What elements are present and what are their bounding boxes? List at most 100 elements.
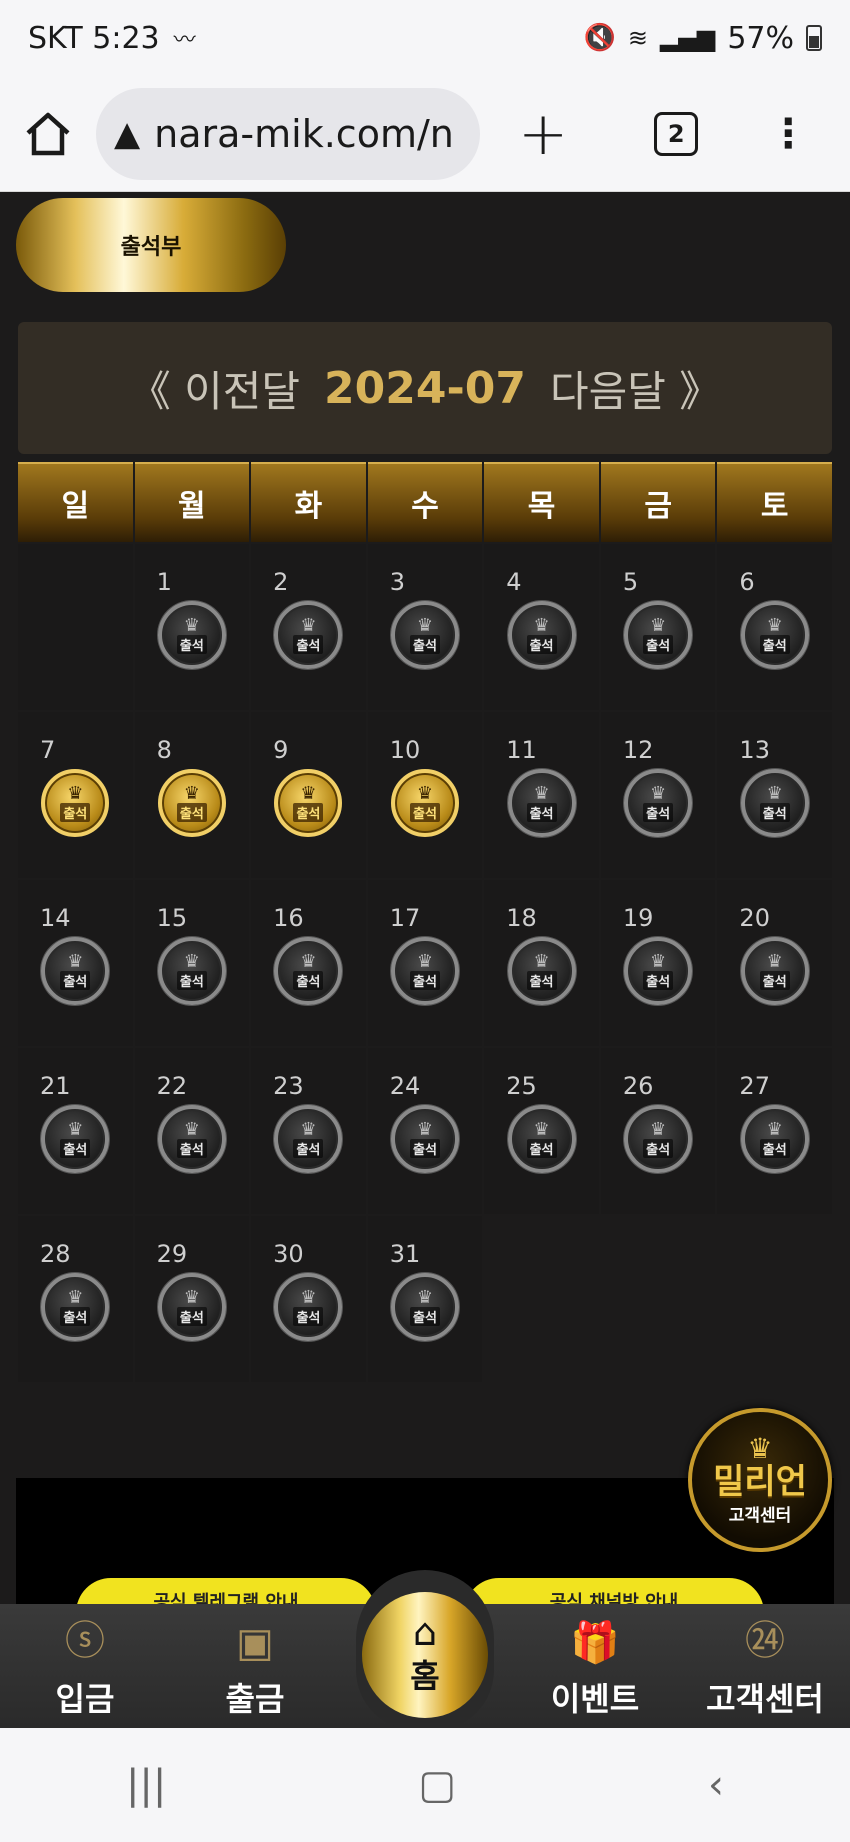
stamp-label: 출석	[526, 970, 557, 990]
stamp-label: 출석	[293, 634, 324, 654]
calendar-day-cell[interactable]: 27 ♛ 출석	[717, 1048, 832, 1214]
attendance-stamp-unchecked: ♛ 출석	[274, 601, 343, 669]
calendar-day-cell[interactable]: 22 ♛ 출석	[134, 1048, 250, 1214]
calendar-day-cell[interactable]: 1 ♛ 출석	[134, 544, 250, 710]
calendar-day-cell[interactable]: 13 ♛ 출석	[717, 712, 832, 878]
attendance-stamp-unchecked: ♛ 출석	[274, 937, 343, 1005]
calendar-day-cell[interactable]: 29 ♛ 출석	[134, 1216, 250, 1382]
crown-icon: ♛	[766, 614, 783, 636]
stamp-label: 출석	[176, 634, 207, 654]
day-number: 18	[506, 904, 537, 932]
calendar-day-cell[interactable]: 3 ♛ 출석	[367, 544, 483, 710]
crown-icon: ♛	[67, 1118, 84, 1140]
calendar-day-cell[interactable]: 17 ♛ 출석	[367, 880, 483, 1046]
day-number: 13	[739, 736, 770, 764]
day-number: 17	[389, 904, 421, 932]
recent-apps-button[interactable]: |||	[126, 1762, 166, 1808]
day-number: 30	[273, 1240, 304, 1268]
stamp-label: 출석	[643, 1138, 674, 1158]
badge-subtitle: 고객센터	[728, 1505, 792, 1526]
calendar-day-cell[interactable]: 4 ♛ 출석	[484, 544, 599, 710]
attendance-tab[interactable]: 출석부	[16, 198, 286, 292]
attendance-stamp-unchecked: ♛ 출석	[507, 937, 576, 1005]
attendance-stamp-unchecked: ♛ 출석	[507, 601, 576, 669]
calendar-day-cell[interactable]: 14 ♛ 출석	[18, 880, 133, 1046]
month-navigation: 《 이전달 2024-07 다음달 》	[18, 322, 832, 454]
day-number: 5	[622, 568, 639, 596]
day-number: 7	[40, 736, 56, 764]
calendar-day-cell[interactable]: 2 ♛ 출석	[251, 544, 366, 710]
crown-icon: ♛	[416, 614, 434, 636]
browser-menu-button[interactable]: ⋮	[768, 111, 808, 157]
nav-deposit[interactable]: ⓢ 입금	[0, 1604, 170, 1728]
channel-notice-button[interactable]: 공식 채널방 안내	[464, 1578, 764, 1606]
calendar-day-cell[interactable]: 21 ♛ 출석	[18, 1048, 133, 1214]
stamp-label: 출석	[176, 970, 207, 990]
attendance-stamp-unchecked: ♛ 출석	[624, 601, 693, 669]
next-month-button[interactable]: 다음달 》	[550, 358, 721, 419]
stamp-label: 출석	[526, 1138, 557, 1158]
calendar-empty-cell	[18, 544, 133, 710]
tab-switcher-button[interactable]: 2	[654, 111, 699, 156]
nav-event[interactable]: 🎁 이벤트	[510, 1604, 680, 1728]
calendar-day-cell[interactable]: 9 ♛ 출석	[251, 712, 366, 878]
calendar-day-cell[interactable]: 30 ♛ 출석	[251, 1216, 366, 1382]
calendar-day-cell[interactable]: 12 ♛ 출석	[600, 712, 716, 878]
back-button[interactable]: ‹	[708, 1762, 724, 1808]
day-number: 20	[739, 904, 770, 932]
calendar-day-cell[interactable]: 5 ♛ 출석	[600, 544, 716, 710]
calendar-day-cell[interactable]: 7 ♛ 출석	[18, 712, 133, 878]
calendar-day-cell[interactable]: 24 ♛ 출석	[367, 1048, 483, 1214]
calendar-grid: 1 ♛ 출석 2 ♛ 출석 3 ♛ 출석 4 ♛ 출석 5 ♛ 출석 6 ♛ 출석 7 ♛ 출석 8 ♛ 출석 9 ♛ 출석 10 ♛ 출…	[18, 544, 832, 1382]
prev-month-button[interactable]: 《 이전달	[129, 358, 300, 419]
weekday-fri: 금	[600, 462, 716, 542]
stamp-label: 출석	[60, 802, 91, 822]
carrier-time: SKT 5:23	[28, 20, 160, 56]
customer-center-badge[interactable]: ♛ 밀리언 고객센터	[688, 1408, 832, 1552]
crown-icon: ♛	[183, 614, 200, 636]
calendar-day-cell[interactable]: 20 ♛ 출석	[717, 880, 832, 1046]
calendar-day-cell[interactable]: 16 ♛ 출석	[251, 880, 366, 1046]
address-bar[interactable]: ▲ nara-mik.com/n	[96, 87, 480, 180]
stamp-label: 출석	[410, 634, 440, 654]
calendar-day-cell[interactable]: 26 ♛ 출석	[600, 1048, 716, 1214]
stamp-label: 출석	[293, 802, 324, 822]
attendance-stamp-unchecked: ♛ 출석	[390, 601, 459, 669]
browser-toolbar: ▲ nara-mik.com/n + 2 ⋮	[0, 76, 850, 192]
calendar-day-cell[interactable]: 6 ♛ 출석	[717, 544, 832, 710]
nav-withdraw[interactable]: ▣ 출금	[170, 1604, 340, 1728]
attendance-stamp-unchecked: ♛ 출석	[157, 601, 226, 669]
crown-icon: ♛	[650, 614, 667, 636]
calendar-day-cell[interactable]: 28 ♛ 출석	[18, 1216, 133, 1382]
calendar-day-cell[interactable]: 19 ♛ 출석	[600, 880, 716, 1046]
day-number: 10	[389, 736, 421, 764]
nav-home-button[interactable]: ⌂ 홈	[362, 1592, 488, 1718]
calendar-day-cell[interactable]: 31 ♛ 출석	[367, 1216, 483, 1382]
attendance-stamp-unchecked: ♛ 출석	[390, 1273, 459, 1341]
day-number: 2	[273, 568, 289, 596]
new-tab-button[interactable]: +	[518, 99, 568, 169]
stamp-label: 출석	[643, 634, 674, 654]
calendar-day-cell[interactable]: 8 ♛ 출석	[134, 712, 250, 878]
calendar-day-cell[interactable]: 11 ♛ 출석	[484, 712, 599, 878]
nav-support[interactable]: ㉔ 고객센터	[680, 1604, 850, 1728]
attendance-stamp-unchecked: ♛ 출석	[41, 1105, 110, 1173]
home-icon[interactable]	[24, 111, 72, 157]
nav-event-label: 이벤트	[550, 1680, 640, 1718]
badge-brand: 밀리언	[713, 1461, 807, 1502]
calendar-day-cell[interactable]: 10 ♛ 출석	[367, 712, 483, 878]
stamp-label: 출석	[293, 970, 324, 990]
calendar-day-cell[interactable]: 23 ♛ 출석	[251, 1048, 366, 1214]
home-system-button[interactable]: ▢	[418, 1762, 456, 1808]
crown-icon: ♛	[300, 1118, 317, 1140]
telegram-notice-button[interactable]: 공식 텔레그램 안내	[76, 1578, 376, 1606]
day-number: 15	[156, 904, 188, 932]
crown-icon: ♛	[416, 1286, 434, 1308]
day-number: 27	[739, 1072, 770, 1100]
stamp-label: 출석	[526, 802, 557, 822]
calendar-day-cell[interactable]: 25 ♛ 출석	[484, 1048, 599, 1214]
crown-icon: ♛	[533, 950, 550, 972]
calendar-day-cell[interactable]: 15 ♛ 출석	[134, 880, 250, 1046]
nav-deposit-label: 입금	[55, 1680, 115, 1718]
calendar-day-cell[interactable]: 18 ♛ 출석	[484, 880, 599, 1046]
